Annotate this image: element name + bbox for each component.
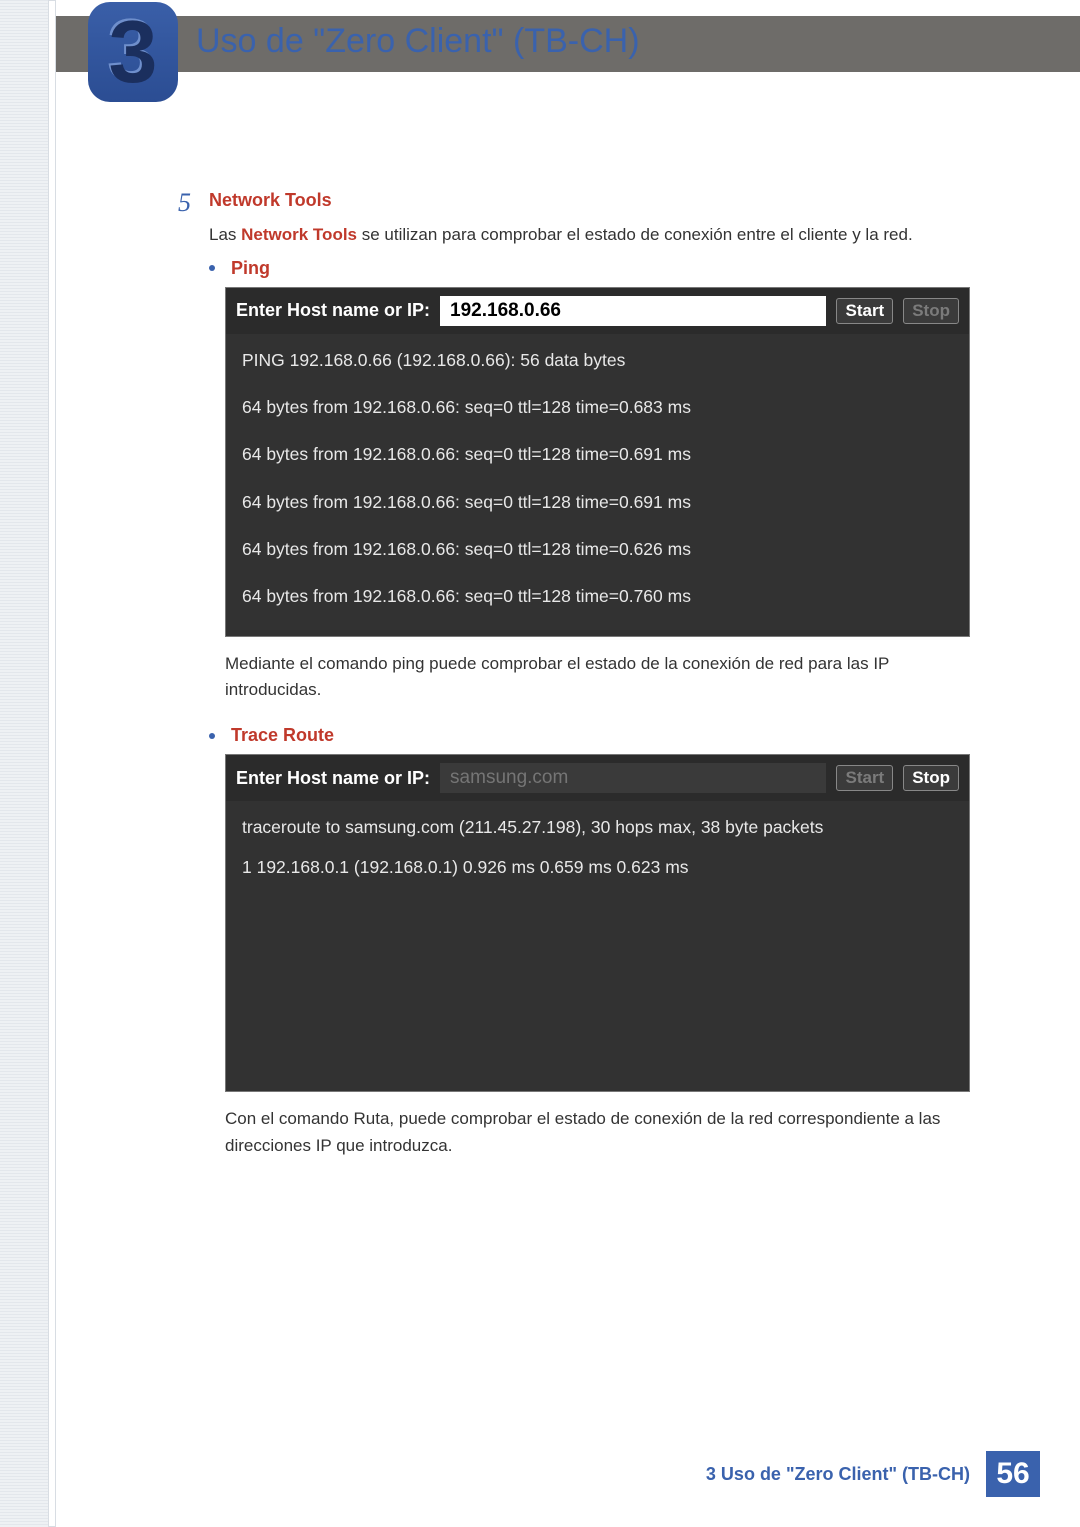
ping-output: PING 192.168.0.66 (192.168.0.66): 56 dat… <box>226 334 969 636</box>
trace-panel: Enter Host name or IP: Start Stop tracer… <box>225 754 970 1092</box>
footer: 3 Uso de "Zero Client" (TB-CH) 56 <box>706 1451 1040 1497</box>
step-description: Las Network Tools se utilizan para compr… <box>209 222 995 248</box>
trace-output: traceroute to samsung.com (211.45.27.198… <box>226 801 969 1091</box>
trace-output-line: traceroute to samsung.com (211.45.27.198… <box>242 815 953 840</box>
chapter-number-badge: 3 <box>88 2 178 102</box>
step-desc-before: Las <box>209 225 241 244</box>
step-heading: 5 Network Tools <box>165 190 995 216</box>
ping-output-line: 64 bytes from 192.168.0.66: seq=0 ttl=12… <box>242 490 953 515</box>
step-desc-keyword: Network Tools <box>241 225 357 244</box>
ping-post-text: Mediante el comando ping puede comprobar… <box>225 651 970 704</box>
ping-bullet: Ping <box>209 258 995 279</box>
trace-post-text: Con el comando Ruta, puede comprobar el … <box>225 1106 970 1159</box>
footer-text: 3 Uso de "Zero Client" (TB-CH) <box>706 1464 970 1485</box>
step-title: Network Tools <box>209 190 332 211</box>
left-margin-stripe <box>0 0 56 1527</box>
ping-panel: Enter Host name or IP: Start Stop PING 1… <box>225 287 970 637</box>
ping-header: Enter Host name or IP: Start Stop <box>226 288 969 334</box>
step-number: 5 <box>165 190 191 216</box>
bullet-icon <box>209 265 215 271</box>
ping-output-line: 64 bytes from 192.168.0.66: seq=0 ttl=12… <box>242 537 953 562</box>
step-desc-after: se utilizan para comprobar el estado de … <box>357 225 913 244</box>
ping-output-line: 64 bytes from 192.168.0.66: seq=0 ttl=12… <box>242 584 953 609</box>
ping-output-line: 64 bytes from 192.168.0.66: seq=0 ttl=12… <box>242 395 953 420</box>
trace-start-button[interactable]: Start <box>836 765 893 791</box>
content-area: 5 Network Tools Las Network Tools se uti… <box>165 190 995 1181</box>
ping-output-line: 64 bytes from 192.168.0.66: seq=0 ttl=12… <box>242 442 953 467</box>
ping-start-button[interactable]: Start <box>836 298 893 324</box>
ping-input-label: Enter Host name or IP: <box>236 300 430 321</box>
trace-label: Trace Route <box>231 725 334 746</box>
ping-stop-button[interactable]: Stop <box>903 298 959 324</box>
ping-label: Ping <box>231 258 270 279</box>
trace-stop-button[interactable]: Stop <box>903 765 959 791</box>
trace-bullet: Trace Route <box>209 725 995 746</box>
footer-page-number: 56 <box>986 1451 1040 1497</box>
bullet-icon <box>209 733 215 739</box>
trace-header: Enter Host name or IP: Start Stop <box>226 755 969 801</box>
trace-output-line: 1 192.168.0.1 (192.168.0.1) 0.926 ms 0.6… <box>242 855 953 880</box>
trace-host-input[interactable] <box>440 763 826 793</box>
ping-host-input[interactable] <box>440 296 826 326</box>
trace-input-label: Enter Host name or IP: <box>236 768 430 789</box>
ping-output-line: PING 192.168.0.66 (192.168.0.66): 56 dat… <box>242 348 953 373</box>
page-title: Uso de "Zero Client" (TB-CH) <box>196 22 640 61</box>
